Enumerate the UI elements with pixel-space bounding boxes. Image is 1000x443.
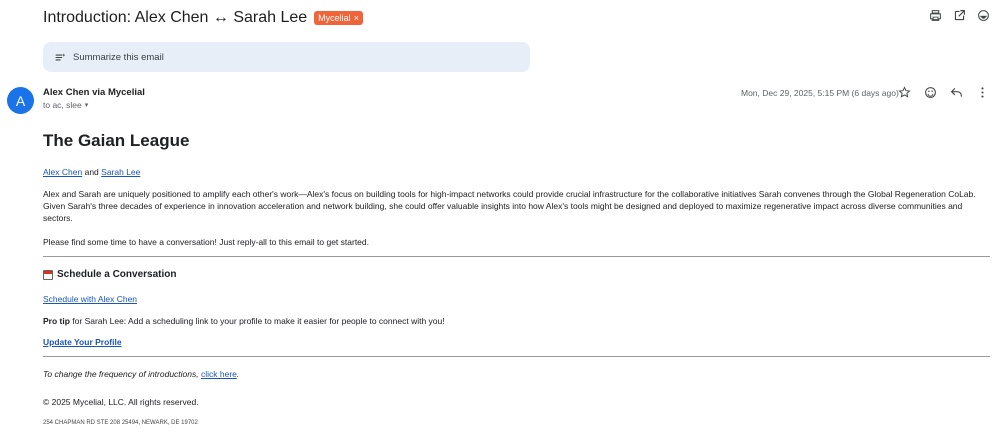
schedule-link-row: Schedule with Alex Chen [43,293,137,305]
frequency-end: . [236,369,240,379]
mailing-address: 254 CHAPMAN RD STE 208 25494, NEWARK, DE… [43,420,198,426]
more-icon[interactable] [977,9,990,22]
update-profile-row: Update Your Profile [43,336,122,348]
schedule-heading-text: Schedule a Conversation [57,269,177,280]
print-icon[interactable] [929,9,942,22]
star-icon[interactable] [898,86,911,99]
message-actions [898,86,989,99]
calendar-icon [43,269,53,280]
divider [43,356,990,357]
call-to-action: Please find some time to have a conversa… [43,237,369,247]
intro-paragraph: Alex and Sarah are uniquely positioned t… [43,188,990,224]
recipients[interactable]: to ac, slee ▾ [43,100,88,110]
remove-label-icon[interactable]: × [354,12,359,24]
avatar[interactable]: A [7,87,34,114]
open-in-new-icon[interactable] [953,9,966,22]
label-chip[interactable]: Mycelial × [314,11,363,25]
emoji-icon[interactable] [924,86,937,99]
pro-tip-label: Pro tip [43,316,70,326]
intro-line-1: Alex and Sarah are uniquely positioned t… [43,189,976,199]
and-text: and [84,167,99,177]
intro-line-2: Given Sarah's three decades of experienc… [43,201,963,211]
summarize-button[interactable]: Summarize this email [43,42,530,72]
chevron-down-icon[interactable]: ▾ [85,101,89,109]
email-subject: Introduction: Alex Chen ↔ Sarah Lee [43,9,308,26]
frequency-text: To change the frequency of introductions… [43,369,201,379]
click-here-link[interactable]: click here [201,369,237,379]
summarize-icon [54,51,67,64]
subject-row: Introduction: Alex Chen ↔ Sarah Lee Myce… [43,7,980,29]
thread-actions [929,9,990,22]
summarize-label: Summarize this email [73,51,164,63]
frequency-line: To change the frequency of introductions… [43,368,239,380]
pro-tip-text: for Sarah Lee: Add a scheduling link to … [69,316,445,326]
schedule-with-alex-link[interactable]: Schedule with Alex Chen [43,294,137,304]
names-line: Alex Chen and Sarah Lee [43,166,140,178]
alex-chen-link[interactable]: Alex Chen [43,167,82,177]
copyright: © 2025 Mycelial, LLC. All rights reserve… [43,397,199,407]
label-chip-text: Mycelial [318,13,351,23]
reply-icon[interactable] [950,86,963,99]
message-date: Mon, Dec 29, 2025, 5:15 PM (6 days ago) [741,88,899,98]
intro-line-3: sectors. [43,213,73,223]
recipients-text: to ac, slee [43,100,82,110]
sender-name[interactable]: Alex Chen via Mycelial [43,87,145,98]
email-heading: The Gaian League [43,131,190,150]
sarah-lee-link[interactable]: Sarah Lee [101,167,140,177]
more-vert-icon[interactable] [976,86,989,99]
divider [43,256,990,257]
schedule-heading: Schedule a Conversation [43,269,176,280]
update-profile-link[interactable]: Update Your Profile [43,337,122,347]
pro-tip: Pro tip for Sarah Lee: Add a scheduling … [43,315,445,327]
